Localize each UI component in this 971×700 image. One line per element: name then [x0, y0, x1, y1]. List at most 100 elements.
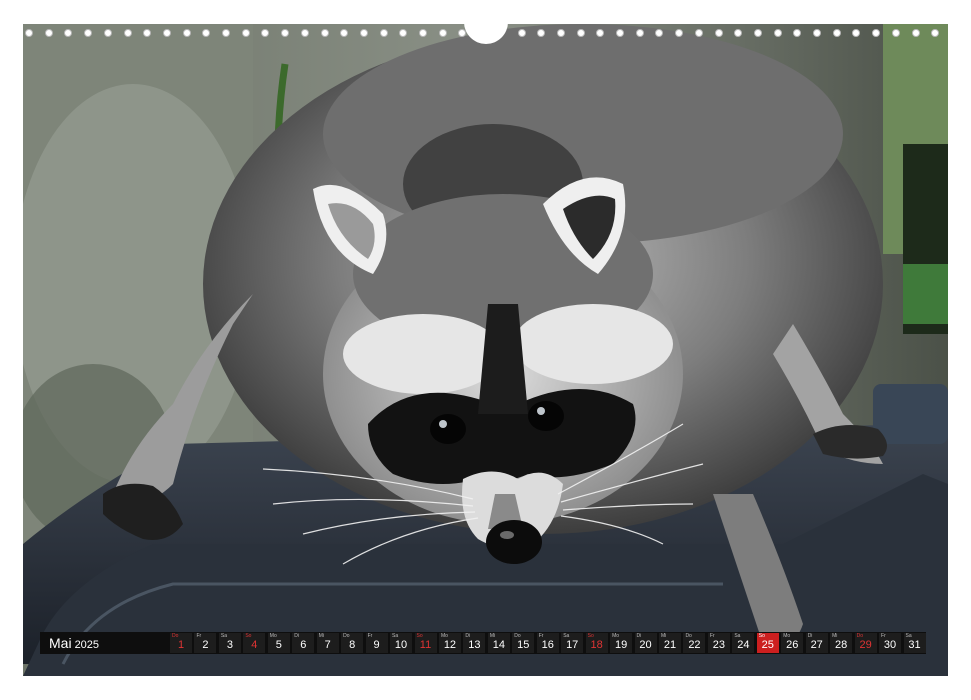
calendar-day: Mo 26: [781, 633, 804, 653]
spiral-binding-ring-icon: [537, 29, 546, 37]
calendar-day: Mi 14: [487, 633, 510, 653]
spiral-binding-ring-icon: [813, 29, 821, 37]
spiral-binding-ring-icon: [103, 29, 112, 37]
spiral-binding-ring-icon: [793, 29, 802, 37]
day-number: 3: [226, 639, 233, 651]
calendar-day: Di 6: [292, 633, 315, 653]
spiral-binding-ring-icon: [438, 29, 447, 37]
spiral-binding-ring-icon: [773, 29, 782, 37]
calendar-day: Di 27: [805, 633, 828, 653]
calendar-day: Di 20: [634, 633, 657, 653]
spiral-binding-ring-icon: [241, 29, 250, 37]
day-number: 25: [761, 639, 774, 651]
spiral-binding-ring-icon: [44, 29, 53, 37]
spiral-binding-ring-icon: [123, 29, 132, 37]
spiral-binding-ring-icon: [832, 29, 841, 37]
calendar-day: Do 8: [341, 633, 364, 653]
day-number: 19: [614, 639, 628, 651]
day-number: 2: [202, 639, 209, 651]
spiral-binding-ring-icon: [596, 29, 605, 37]
calendar-day: Do 1: [170, 633, 192, 653]
calendar-day: So 11: [414, 633, 437, 653]
spiral-binding-ring-icon: [281, 29, 290, 37]
spiral-binding-ring-icon: [182, 29, 191, 37]
calendar-day: Fr 30: [879, 633, 902, 653]
day-number: 5: [275, 639, 282, 651]
day-number: 12: [443, 639, 457, 651]
day-number: 23: [712, 639, 726, 651]
day-number: 13: [468, 639, 481, 651]
day-number: 28: [835, 639, 848, 651]
day-number: 17: [566, 639, 579, 651]
spiral-binding-ring-icon: [576, 29, 585, 37]
day-number: 18: [590, 639, 603, 651]
spiral-binding-ring-icon: [635, 29, 644, 37]
spiral-binding-ring-icon: [852, 29, 861, 37]
calendar-day: Do 15: [512, 633, 535, 653]
day-number: 15: [517, 639, 530, 651]
day-number: 8: [349, 639, 356, 651]
calendar-page: Mai 2025 Do 1 Fr 2 Sa 3 So 4 Mo 5 Di 6 Mi 7 Do 8 Fr 9 Sa 10 S…: [0, 0, 971, 700]
calendar-day: Mo 19: [610, 633, 633, 653]
calendar-day: Mi 21: [659, 633, 681, 653]
calendar-day: So 25: [756, 633, 779, 653]
calendar-strip: Mai 2025 Do 1 Fr 2 Sa 3 So 4 Mo 5 Di 6 Mi 7 Do 8 Fr 9 Sa 10 S…: [40, 632, 926, 654]
calendar-day: Sa 24: [732, 633, 755, 653]
spiral-binding-ring-icon: [84, 29, 93, 37]
calendar-day: Mi 28: [830, 633, 853, 653]
spiral-binding-ring-icon: [753, 29, 762, 37]
calendar-day: Sa 10: [390, 633, 413, 653]
day-number: 9: [373, 639, 380, 651]
calendar-day: Fr 23: [707, 633, 730, 653]
spiral-binding-ring-icon: [694, 29, 703, 37]
day-number: 16: [541, 639, 554, 651]
calendar-day: Mi 7: [316, 633, 339, 653]
spiral-binding-ring-icon: [340, 29, 349, 37]
calendar-day: Mo 12: [438, 633, 461, 653]
day-number: 29: [859, 639, 872, 651]
day-number: 6: [300, 639, 307, 651]
spiral-binding-ring-icon: [714, 29, 723, 37]
day-number: 20: [639, 639, 652, 651]
spiral-binding-ring-icon: [202, 29, 211, 37]
day-number: 11: [419, 639, 432, 651]
spiral-binding-ring-icon: [931, 29, 940, 37]
spiral-binding-ring-icon: [734, 29, 743, 37]
spiral-binding-ring-icon: [379, 29, 388, 37]
calendar-day: So 4: [243, 633, 266, 653]
spiral-binding-ring-icon: [419, 29, 427, 37]
day-number: 24: [737, 639, 750, 651]
raccoon-photo: [23, 24, 948, 676]
spiral-binding-ring-icon: [556, 29, 565, 37]
day-number: 30: [883, 639, 897, 651]
day-number: 4: [251, 639, 258, 651]
year: 2025: [74, 639, 100, 651]
spiral-binding-ring-icon: [25, 29, 33, 37]
day-number: 1: [177, 639, 185, 651]
spiral-binding-ring-icon: [911, 29, 920, 37]
spiral-binding-ring-icon: [399, 29, 408, 37]
day-number: 10: [394, 639, 408, 651]
spiral-binding-ring-icon: [64, 29, 73, 37]
spiral-binding-ring-icon: [359, 29, 368, 37]
calendar-day: Di 13: [463, 633, 486, 653]
day-number: 21: [663, 639, 677, 651]
calendar-day: Fr 9: [365, 633, 388, 653]
month-year-label: Mai 2025: [49, 635, 99, 651]
spiral-binding-ring-icon: [616, 29, 624, 37]
spiral-binding-ring-icon: [222, 29, 230, 37]
spiral-binding-ring-icon: [517, 29, 526, 37]
spiral-binding-ring-icon: [655, 29, 664, 37]
day-number: 22: [688, 639, 701, 651]
spiral-binding-ring-icon: [261, 29, 270, 37]
calendar-day: Do 22: [683, 633, 706, 653]
spiral-binding-ring-icon: [872, 29, 881, 37]
day-number: 27: [810, 639, 823, 651]
day-number: 14: [492, 639, 505, 651]
calendar-day: Sa 17: [561, 633, 584, 653]
month-name: Mai: [49, 635, 72, 651]
day-number: 31: [908, 639, 921, 651]
calendar-day: Mo 5: [267, 633, 290, 653]
spiral-binding-ring-icon: [675, 29, 684, 37]
calendar-day: Fr 2: [194, 633, 217, 653]
